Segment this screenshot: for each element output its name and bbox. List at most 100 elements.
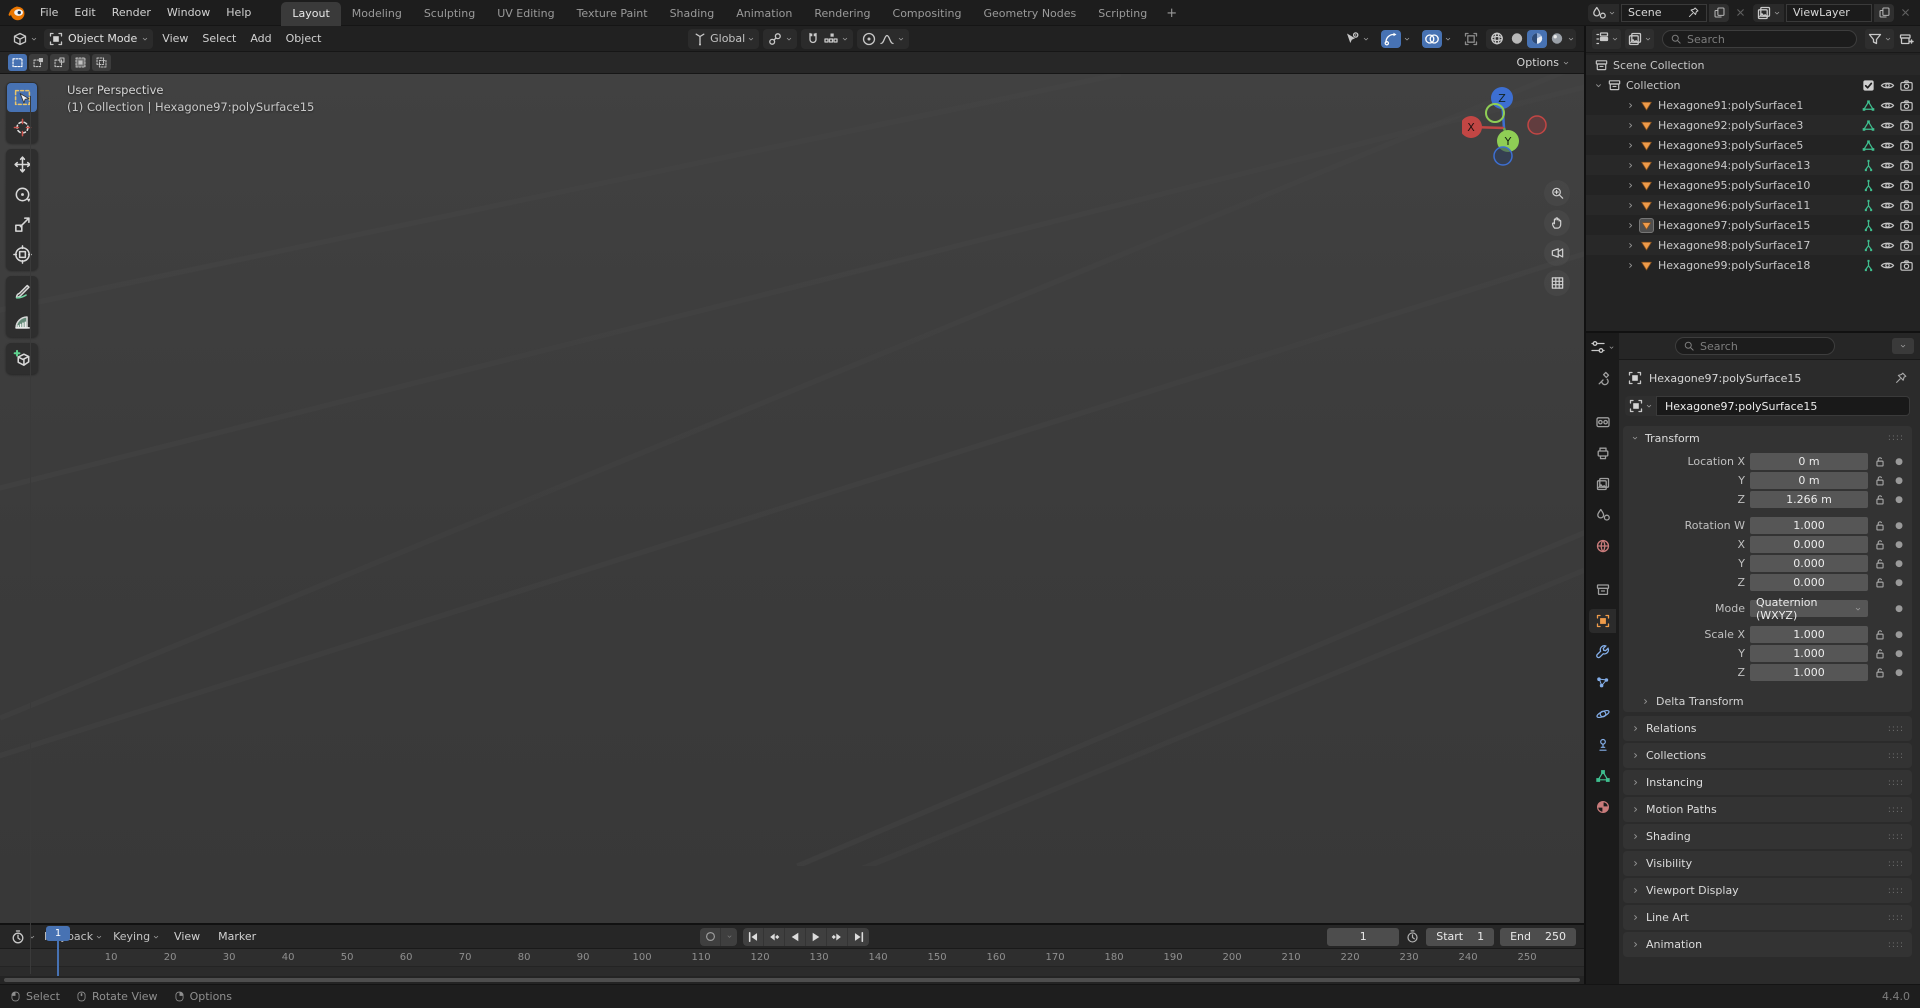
tool-transform[interactable]	[7, 240, 37, 269]
menu-file[interactable]: File	[32, 3, 66, 22]
value-field[interactable]: 0 m	[1750, 453, 1868, 470]
properties-tab-modifiers[interactable]	[1589, 640, 1616, 664]
outliner-editor-type-button[interactable]	[1592, 29, 1621, 49]
drag-dots-icon[interactable]: ::::	[1888, 433, 1904, 443]
properties-tab-object-data[interactable]	[1589, 764, 1616, 788]
lock-icon[interactable]	[1873, 538, 1887, 552]
viewport-menu-object[interactable]: Object	[279, 29, 329, 48]
properties-tab-object[interactable]	[1589, 609, 1616, 633]
properties-tab-world[interactable]	[1589, 534, 1616, 558]
tool-measure[interactable]	[7, 307, 37, 336]
drag-dots-icon[interactable]: ::::	[1888, 886, 1904, 896]
animate-dot[interactable]: ●	[1892, 521, 1906, 531]
auto-keyframe-button[interactable]	[700, 928, 721, 946]
animate-dot[interactable]: ●	[1892, 578, 1906, 588]
outliner-item[interactable]: Hexagone96:polySurface11	[1586, 195, 1920, 215]
pin-icon[interactable]	[1894, 371, 1908, 385]
tool-move[interactable]	[7, 150, 37, 179]
play-button[interactable]	[806, 928, 827, 946]
animate-dot[interactable]: ●	[1892, 476, 1906, 486]
stopwatch-icon[interactable]	[1405, 929, 1420, 944]
value-field[interactable]: 0.000	[1750, 536, 1868, 553]
autokey-dropdown[interactable]	[721, 928, 737, 946]
properties-search-input[interactable]: Search	[1675, 337, 1835, 355]
properties-tab-tool[interactable]	[1589, 366, 1616, 390]
menu-edit[interactable]: Edit	[66, 3, 103, 22]
properties-options-button[interactable]	[1892, 338, 1914, 354]
lock-icon[interactable]	[1873, 576, 1887, 590]
scene-unlink-button[interactable]	[1731, 4, 1749, 22]
camera-icon[interactable]	[1899, 218, 1914, 233]
tool-cursor[interactable]	[7, 113, 37, 142]
lock-icon[interactable]	[1873, 628, 1887, 642]
viewlayer-name-field[interactable]: ViewLayer	[1786, 4, 1872, 22]
value-field[interactable]: 0.000	[1750, 555, 1868, 572]
camera-icon[interactable]	[1899, 158, 1914, 173]
eye-icon[interactable]	[1880, 118, 1895, 133]
collapse-icon[interactable]	[1594, 81, 1603, 90]
animate-dot[interactable]: ●	[1892, 668, 1906, 678]
timeline-menu-marker[interactable]: Marker	[210, 927, 264, 946]
frame-start-field[interactable]: Start1	[1426, 928, 1494, 946]
checkbox-icon[interactable]	[1861, 78, 1876, 93]
transform-panel-header[interactable]: Transform ::::	[1623, 426, 1912, 450]
animate-dot[interactable]: ●	[1892, 649, 1906, 659]
animate-dot[interactable]: ●	[1892, 630, 1906, 640]
snap-cluster[interactable]	[801, 29, 853, 49]
drag-dots-icon[interactable]: ::::	[1888, 778, 1904, 788]
select-mode-extend[interactable]	[29, 54, 48, 71]
tab-texture-paint[interactable]: Texture Paint	[566, 2, 659, 26]
timeline-menu-view[interactable]: View	[166, 927, 208, 946]
animate-dot[interactable]: ●	[1892, 495, 1906, 505]
outliner-display-mode-button[interactable]	[1625, 29, 1654, 49]
scene-name-field[interactable]: Scene	[1621, 4, 1707, 22]
camera-icon[interactable]	[1899, 78, 1914, 93]
lock-icon[interactable]	[1873, 647, 1887, 661]
outliner-item[interactable]: Hexagone95:polySurface10	[1586, 175, 1920, 195]
animate-dot[interactable]: ●	[1892, 540, 1906, 550]
previous-keyframe-button[interactable]	[764, 928, 785, 946]
tool-add-cube[interactable]	[7, 344, 37, 373]
mode-dropdown[interactable]: Quaternion (WXYZ)	[1750, 600, 1868, 617]
outliner-item[interactable]: Hexagone94:polySurface13	[1586, 155, 1920, 175]
navigation-gizmo[interactable]: ZXY	[1462, 84, 1558, 180]
next-keyframe-button[interactable]	[827, 928, 848, 946]
properties-tab-output[interactable]	[1589, 441, 1616, 465]
lock-icon[interactable]	[1873, 455, 1887, 469]
value-field[interactable]: 0.000	[1750, 574, 1868, 591]
animate-dot[interactable]: ●	[1892, 559, 1906, 569]
eye-icon[interactable]	[1880, 98, 1895, 113]
mode-dropdown[interactable]: Object Mode	[44, 29, 153, 49]
object-visibility-dropdown[interactable]	[1340, 29, 1374, 49]
value-field[interactable]: 1.266 m	[1750, 491, 1868, 508]
eye-icon[interactable]	[1880, 158, 1895, 173]
lock-icon[interactable]	[1873, 666, 1887, 680]
timeline-ruler[interactable]: 1020304050607080901001101201301401501601…	[0, 949, 1584, 967]
drag-dots-icon[interactable]: ::::	[1888, 832, 1904, 842]
options-button[interactable]: Options	[1511, 54, 1576, 71]
outliner-item[interactable]: Hexagone99:polySurface18	[1586, 255, 1920, 275]
timeline-scrollbar[interactable]	[0, 976, 1584, 984]
viewport-menu-view[interactable]: View	[155, 29, 195, 48]
pivot-dropdown[interactable]	[763, 29, 797, 49]
drag-dots-icon[interactable]: ::::	[1888, 940, 1904, 950]
blender-logo-icon[interactable]	[8, 4, 26, 22]
eye-icon[interactable]	[1880, 238, 1895, 253]
eye-icon[interactable]	[1880, 178, 1895, 193]
lock-icon[interactable]	[1873, 493, 1887, 507]
camera-view-button[interactable]	[1544, 240, 1570, 266]
tool-rotate[interactable]	[7, 180, 37, 209]
editor-type-button[interactable]	[8, 29, 42, 49]
delta-transform-header[interactable]: Delta Transform	[1623, 690, 1912, 712]
tool-annotate[interactable]	[7, 277, 37, 306]
select-mode-new[interactable]	[8, 54, 27, 71]
pin-icon[interactable]	[1687, 6, 1700, 19]
tool-select-box[interactable]	[7, 83, 37, 112]
properties-tab-render[interactable]	[1589, 410, 1616, 434]
value-field[interactable]: 1.000	[1750, 517, 1868, 534]
scene-new-button[interactable]	[1709, 4, 1729, 22]
camera-icon[interactable]	[1899, 118, 1914, 133]
viewlayer-browse-button[interactable]	[1753, 4, 1784, 22]
playhead-label[interactable]: 1	[46, 926, 70, 941]
outliner-item[interactable]: Hexagone93:polySurface5	[1586, 135, 1920, 155]
